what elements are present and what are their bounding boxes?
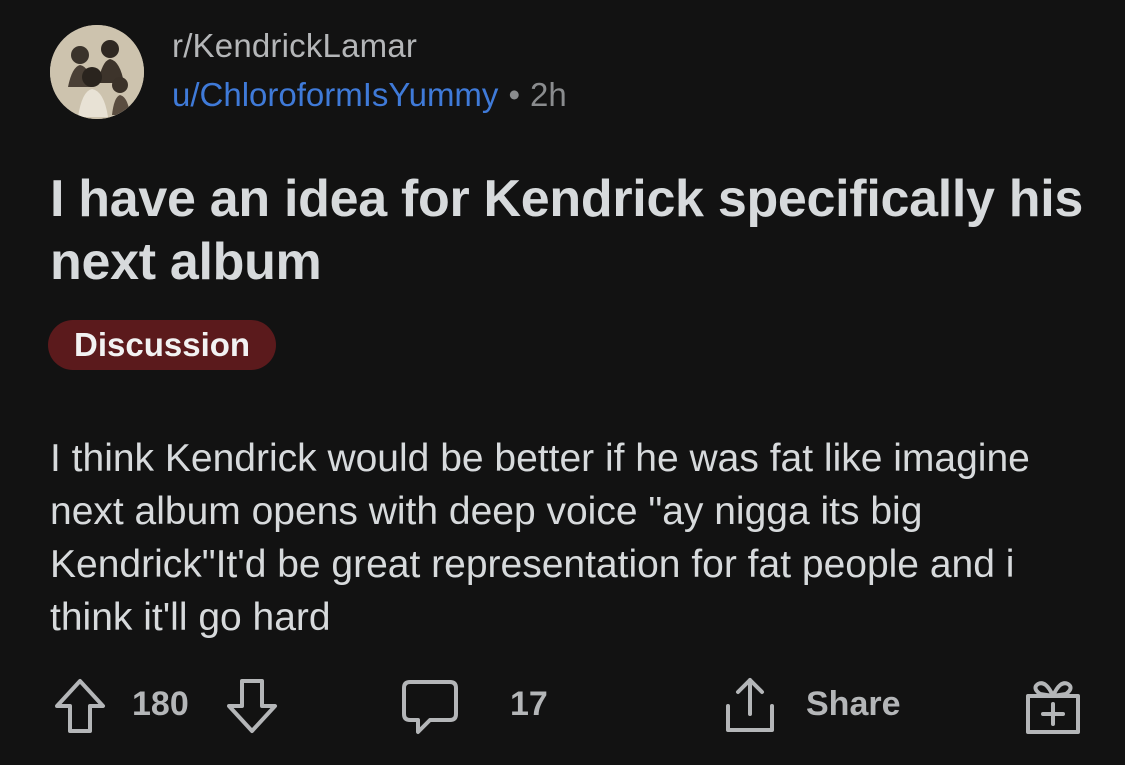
share-label[interactable]: Share: [806, 685, 901, 724]
arrow-up-icon[interactable]: [52, 676, 108, 736]
author-username[interactable]: u/ChloroformIsYummy: [172, 76, 498, 113]
share-icon[interactable]: [720, 674, 780, 736]
meta-separator: •: [508, 76, 520, 113]
comment-count[interactable]: 17: [510, 685, 548, 724]
post-age: 2h: [530, 76, 567, 113]
comment-bubble-icon[interactable]: [400, 676, 460, 738]
flair-badge[interactable]: Discussion: [48, 320, 277, 370]
action-bar: 180 17 Share: [0, 670, 1125, 742]
post-card: r/KendrickLamar u/ChloroformIsYummy • 2h I…: [0, 0, 1125, 765]
post-title[interactable]: I have an idea for Kendrick specifically…: [50, 168, 1090, 294]
gift-award-icon[interactable]: [1022, 674, 1084, 736]
post-meta: u/ChloroformIsYummy • 2h: [172, 76, 567, 114]
subreddit-avatar[interactable]: [50, 25, 144, 119]
arrow-down-icon[interactable]: [224, 676, 280, 736]
vote-count: 180: [132, 685, 189, 723]
subreddit-name[interactable]: r/KendrickLamar: [172, 27, 417, 65]
post-body: I think Kendrick would be better if he w…: [50, 437, 1030, 639]
